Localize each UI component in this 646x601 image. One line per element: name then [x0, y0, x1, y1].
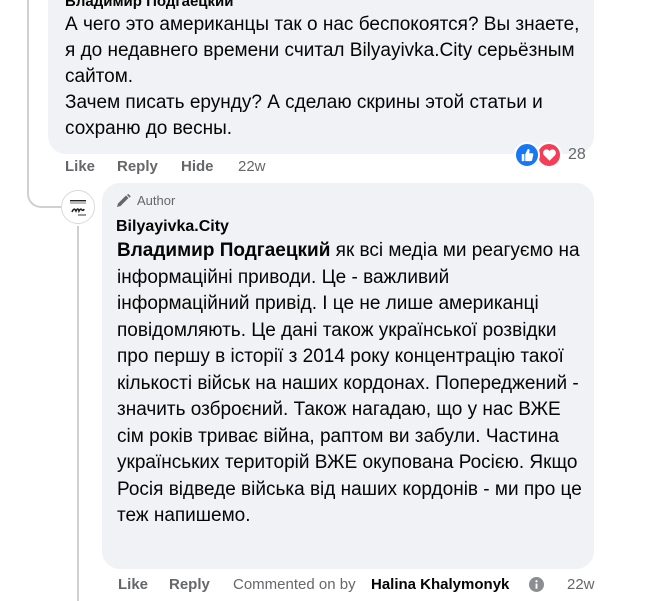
mention-link[interactable]: Владимир Подгаецкий — [117, 240, 330, 261]
reply-text: Владимир Подгаецкий як всі медіа ми реаг… — [117, 238, 587, 530]
reply-body: як всі медіа ми реагуємо на інформаційні… — [117, 240, 582, 526]
reactions-summary[interactable]: 28 — [514, 142, 586, 168]
reply-button[interactable]: Reply — [169, 576, 210, 593]
comment-text: А чего это американцы так о нас беспокоя… — [65, 12, 585, 142]
reply-author[interactable]: Bilyayivka.City — [116, 218, 229, 236]
like-button[interactable]: Like — [65, 158, 95, 175]
avatar[interactable] — [61, 190, 95, 224]
like-icon — [514, 142, 540, 168]
comment-paragraph: Зачем писать ерунду? А сделаю скрины это… — [65, 92, 543, 139]
hide-button[interactable]: Hide — [181, 158, 214, 175]
pen-icon — [117, 193, 131, 207]
reply-bubble: Author Bilyayivka.City Владимир Подгаецк… — [102, 183, 594, 569]
thread-line — [77, 226, 79, 601]
reaction-count: 28 — [568, 146, 586, 163]
thread-line — [27, 0, 29, 152]
author-badge: Author — [116, 193, 175, 208]
commented-on-by-label: Commented on by — [233, 576, 356, 593]
info-icon[interactable] — [529, 577, 544, 596]
commenter-name[interactable]: Halina Khalymonyk — [371, 576, 509, 593]
bilyayivka-city-logo — [62, 191, 94, 223]
author-badge-label: Author — [137, 193, 176, 208]
timestamp[interactable]: 22w — [567, 576, 595, 593]
thread-connector — [27, 150, 61, 208]
comment-author[interactable]: Владимир Подгаецкий — [65, 0, 233, 10]
reply-button[interactable]: Reply — [117, 158, 158, 175]
timestamp[interactable]: 22w — [238, 158, 266, 175]
comment-paragraph: А чего это американцы так о нас беспокоя… — [65, 14, 580, 87]
comment-bubble: Владимир Подгаецкий А чего это американц… — [48, 0, 594, 154]
like-button[interactable]: Like — [118, 576, 148, 593]
